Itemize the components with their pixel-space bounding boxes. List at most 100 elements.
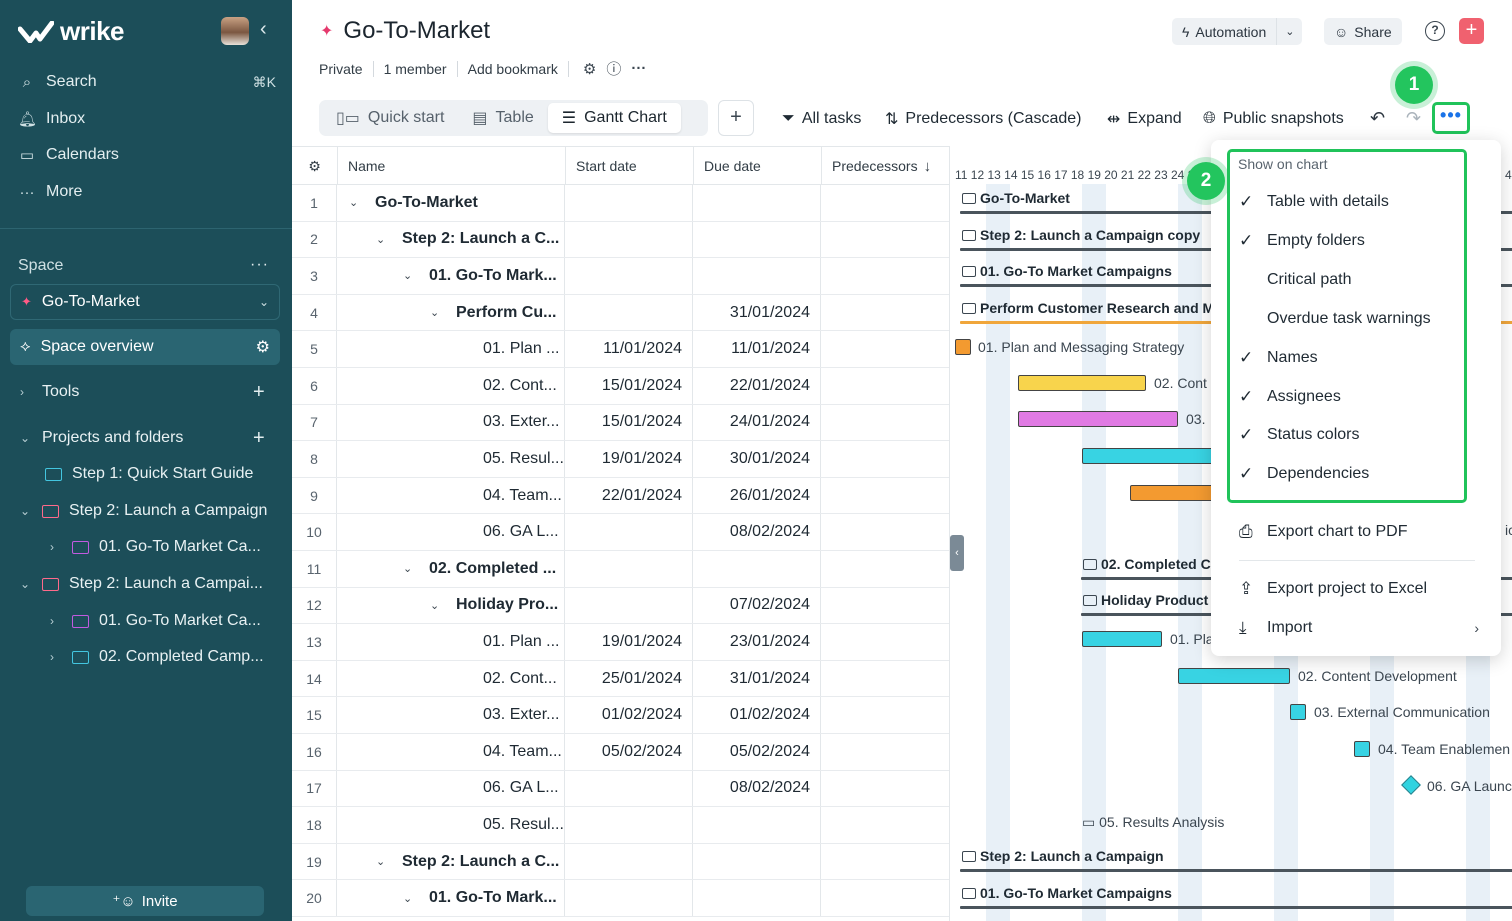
nav-more[interactable]: ··· More (18, 177, 276, 207)
table-row[interactable]: 14 02. Cont... 25/01/2024 31/01/2024 (292, 660, 949, 698)
privacy-label[interactable]: Private (319, 61, 363, 77)
table-row[interactable]: 20 ⌄ 01. Go-To Mark... (292, 880, 949, 917)
due-date-cell[interactable]: 01/02/2024 (693, 697, 821, 733)
table-row[interactable]: 5 01. Plan ... 11/01/2024 11/01/2024 (292, 331, 949, 368)
tab-gantt-chart[interactable]: ☰ Gantt Chart (547, 103, 681, 133)
sidebar-item-projects[interactable]: ⌄ Projects and folders + (20, 423, 280, 453)
predecessors-cell[interactable] (821, 661, 949, 697)
task-name-cell[interactable]: ⌄ Step 2: Launch a C... (337, 221, 565, 258)
due-date-cell[interactable] (693, 185, 821, 221)
due-date-cell[interactable]: 08/02/2024 (693, 770, 821, 807)
table-row[interactable]: 7 03. Exter... 15/01/2024 24/01/2024 (292, 404, 949, 442)
start-date-cell[interactable] (565, 294, 693, 331)
task-name-cell[interactable]: 06. GA L... (337, 770, 565, 807)
task-name-cell[interactable]: ⌄ 02. Completed ... (337, 551, 565, 587)
start-date-cell[interactable] (565, 807, 693, 843)
expand-button[interactable]: ⇹ Expand (1107, 107, 1182, 131)
table-row[interactable]: 2 ⌄ Step 2: Launch a C... (292, 221, 949, 259)
due-date-cell[interactable]: 23/01/2024 (693, 624, 821, 660)
due-date-cell[interactable]: 08/02/2024 (693, 514, 821, 550)
show-on-chart-option[interactable]: ✓ Dependencies (1239, 462, 1479, 486)
show-on-chart-option[interactable]: ✓ Names (1239, 346, 1479, 370)
table-row[interactable]: 15 03. Exter... 01/02/2024 01/02/2024 (292, 697, 949, 734)
tree-item-gtm-campaigns[interactable]: › 01. Go-To Market Ca... (50, 532, 261, 562)
due-date-cell[interactable] (693, 843, 821, 880)
task-name-cell[interactable]: 01. Plan ... (337, 331, 565, 367)
predecessors-cell[interactable] (821, 734, 949, 770)
start-date-cell[interactable] (565, 221, 693, 258)
table-row[interactable]: 4 ⌄ Perform Cu... 31/01/2024 (292, 294, 949, 332)
space-selector[interactable]: ✦ Go-To-Market ⌄ (10, 284, 280, 320)
undo-icon[interactable]: ↶ (1370, 108, 1385, 129)
milestone-diamond[interactable] (1401, 775, 1421, 795)
chevron-down-icon[interactable]: ⌄ (430, 306, 442, 319)
gantt-task-bar[interactable] (1178, 668, 1290, 684)
tab-quick-start[interactable]: ▯▭ Quick start (322, 103, 458, 133)
add-project-icon[interactable]: + (253, 427, 265, 450)
due-date-cell[interactable] (693, 807, 821, 843)
chevron-down-icon[interactable]: ⌄ (403, 562, 415, 575)
table-row[interactable]: 6 02. Cont... 15/01/2024 22/01/2024 (292, 368, 949, 405)
due-date-cell[interactable] (693, 551, 821, 587)
add-view-button[interactable]: + (718, 100, 754, 136)
predecessors-cell[interactable] (821, 697, 949, 733)
gantt-task-bar[interactable] (955, 339, 971, 355)
gantt-summary-bar[interactable] (960, 869, 1512, 872)
members-label[interactable]: 1 member (384, 61, 447, 77)
gantt-task-bar[interactable] (1290, 704, 1306, 720)
column-name[interactable]: Name (337, 147, 565, 185)
info-icon[interactable]: ⓘ (606, 58, 621, 79)
public-snapshots-button[interactable]: 🌐︎ Public snapshots (1203, 107, 1344, 131)
due-date-cell[interactable]: 30/01/2024 (693, 441, 821, 477)
export-pdf-item[interactable]: ⎙ Export chart to PDF (1239, 520, 1479, 544)
show-on-chart-option[interactable]: ✓ Assignees (1239, 385, 1479, 409)
table-row[interactable]: 17 06. GA L... 08/02/2024 (292, 770, 949, 808)
due-date-cell[interactable]: 07/02/2024 (693, 587, 821, 624)
column-predecessors[interactable]: Predecessors ↓ (821, 147, 949, 185)
more-options-icon[interactable]: ··· (631, 60, 646, 77)
chevron-down-icon[interactable]: ⌄ (430, 599, 442, 612)
gear-icon[interactable]: ⚙ (583, 60, 596, 78)
start-date-cell[interactable] (565, 185, 693, 221)
due-date-cell[interactable]: 05/02/2024 (693, 734, 821, 770)
tree-item-quick-start[interactable]: Step 1: Quick Start Guide (45, 459, 253, 489)
gantt-folder-label[interactable]: Holiday Product (1083, 592, 1208, 608)
nav-calendars[interactable]: ▭ Calendars (18, 140, 276, 170)
space-options-icon[interactable]: ··· (250, 256, 269, 274)
table-row[interactable]: 19 ⌄ Step 2: Launch a C... (292, 843, 949, 881)
show-on-chart-option[interactable]: Critical path (1239, 268, 1479, 292)
predecessors-cell[interactable] (821, 441, 949, 477)
start-date-cell[interactable]: 15/01/2024 (565, 404, 693, 441)
show-on-chart-option[interactable]: ✓ Empty folders (1239, 229, 1479, 253)
start-date-cell[interactable]: 22/01/2024 (565, 477, 693, 514)
nav-inbox[interactable]: 🔔︎ Inbox (18, 104, 276, 134)
predecessors-cell[interactable] (821, 405, 949, 441)
task-name-cell[interactable]: ⌄ 01. Go-To Mark... (337, 880, 565, 916)
start-date-cell[interactable] (565, 551, 693, 587)
export-excel-item[interactable]: ⇪ Export project to Excel (1239, 577, 1479, 601)
task-name-cell[interactable]: ⌄ Holiday Pro... (337, 587, 565, 624)
gantt-folder-label[interactable]: 01. Go-To Market Campaigns (962, 263, 1172, 279)
due-date-cell[interactable] (693, 258, 821, 294)
gantt-task-bar[interactable] (1018, 411, 1178, 427)
gantt-task-bar[interactable] (1082, 631, 1162, 647)
tree-item-completed-campaigns[interactable]: › 02. Completed Camp... (50, 642, 264, 672)
table-row[interactable]: 3 ⌄ 01. Go-To Mark... (292, 258, 949, 295)
chevron-down-icon[interactable]: ⌄ (349, 196, 361, 209)
predecessors-button[interactable]: ⇅ Predecessors (Cascade) (885, 107, 1081, 131)
table-row[interactable]: 8 05. Resul... 19/01/2024 30/01/2024 (292, 441, 949, 478)
predecessors-cell[interactable] (821, 551, 949, 587)
gantt-folder-label[interactable]: 01. Go-To Market Campaigns (962, 885, 1172, 901)
table-row[interactable]: 11 ⌄ 02. Completed ... (292, 551, 949, 588)
predecessors-cell[interactable] (821, 624, 949, 660)
gantt-folder-label[interactable]: 02. Completed C (1083, 556, 1211, 572)
start-date-cell[interactable] (565, 258, 693, 294)
task-name-cell[interactable]: 05. Resul... (337, 807, 565, 843)
start-date-cell[interactable]: 15/01/2024 (565, 368, 693, 404)
due-date-cell[interactable] (693, 221, 821, 258)
gantt-task-bar[interactable] (1354, 741, 1370, 757)
start-date-cell[interactable] (565, 587, 693, 624)
predecessors-cell[interactable] (821, 368, 949, 404)
add-tool-icon[interactable]: + (253, 381, 265, 404)
table-row[interactable]: 18 05. Resul... (292, 807, 949, 844)
